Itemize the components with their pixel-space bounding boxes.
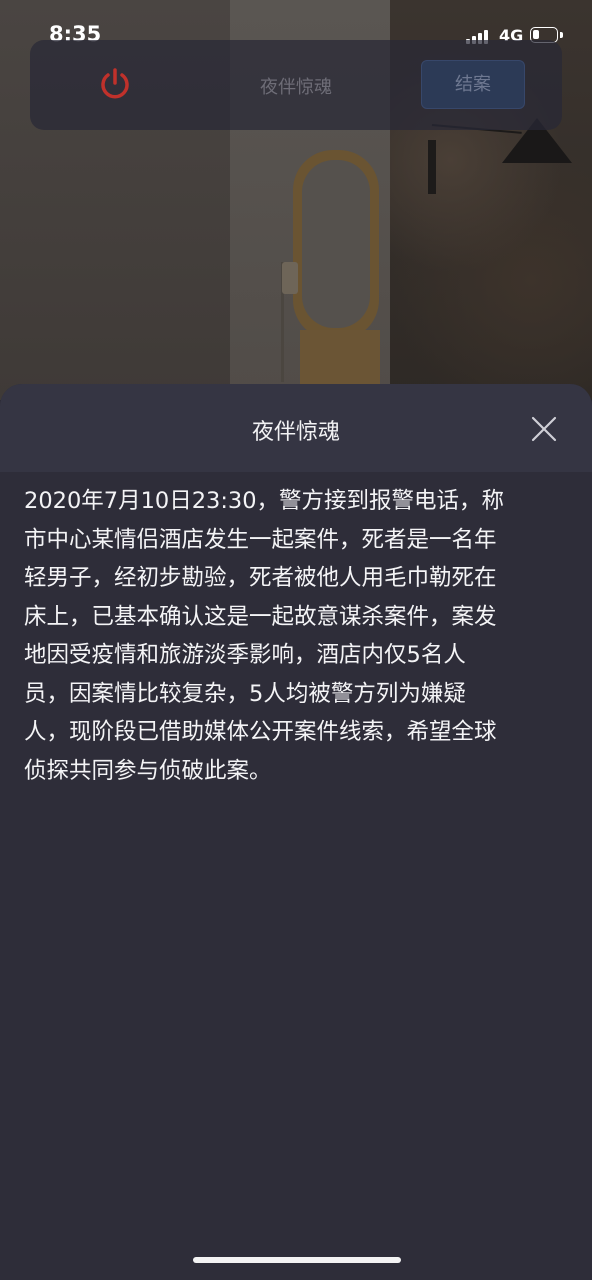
mirror-glass bbox=[302, 160, 370, 328]
close-icon[interactable] bbox=[529, 414, 559, 444]
story-sheet: 夜伴惊魂 2020年7月10日23:30，警方接到报警电话，称 市中心某情侣酒店… bbox=[0, 384, 592, 1280]
story-line: 市中心某情侣酒店发生一起案件，死者是一名年 bbox=[24, 526, 497, 553]
story-line: 侦探共同参与侦破此案。 bbox=[24, 757, 272, 784]
story-line: 2020年7月10日23:30，警方接到报警电话，称 bbox=[24, 488, 505, 514]
wall-lamp-base bbox=[428, 140, 436, 194]
story-text: 2020年7月10日23:30，警方接到报警电话，称 市中心某情侣酒店发生一起案… bbox=[24, 482, 572, 790]
home-indicator[interactable] bbox=[193, 1257, 401, 1263]
sheet-header: 夜伴惊魂 bbox=[0, 384, 592, 472]
battery-tip bbox=[560, 32, 563, 38]
story-line: 人，现阶段已借助媒体公开案件线索，希望全球 bbox=[24, 719, 497, 745]
story-line: 员，因案情比较复杂，5人均被警方列为嫌疑 bbox=[24, 680, 466, 707]
top-toolbar: 夜伴惊魂 结案 bbox=[30, 40, 562, 130]
story-line: 轻男子，经初步勘验，死者被他人用毛巾勒死在 bbox=[24, 565, 497, 591]
mirror-stand bbox=[300, 330, 380, 384]
floor-lamp-head bbox=[282, 262, 298, 294]
story-line: 地因受疫情和旅游淡季影响，酒店内仅5名人 bbox=[24, 642, 466, 668]
close-case-button[interactable]: 结案 bbox=[421, 60, 525, 109]
story-line: 床上，已基本确认这是一起故意谋杀案件，案发 bbox=[24, 603, 497, 630]
sheet-title: 夜伴惊魂 bbox=[251, 420, 340, 445]
